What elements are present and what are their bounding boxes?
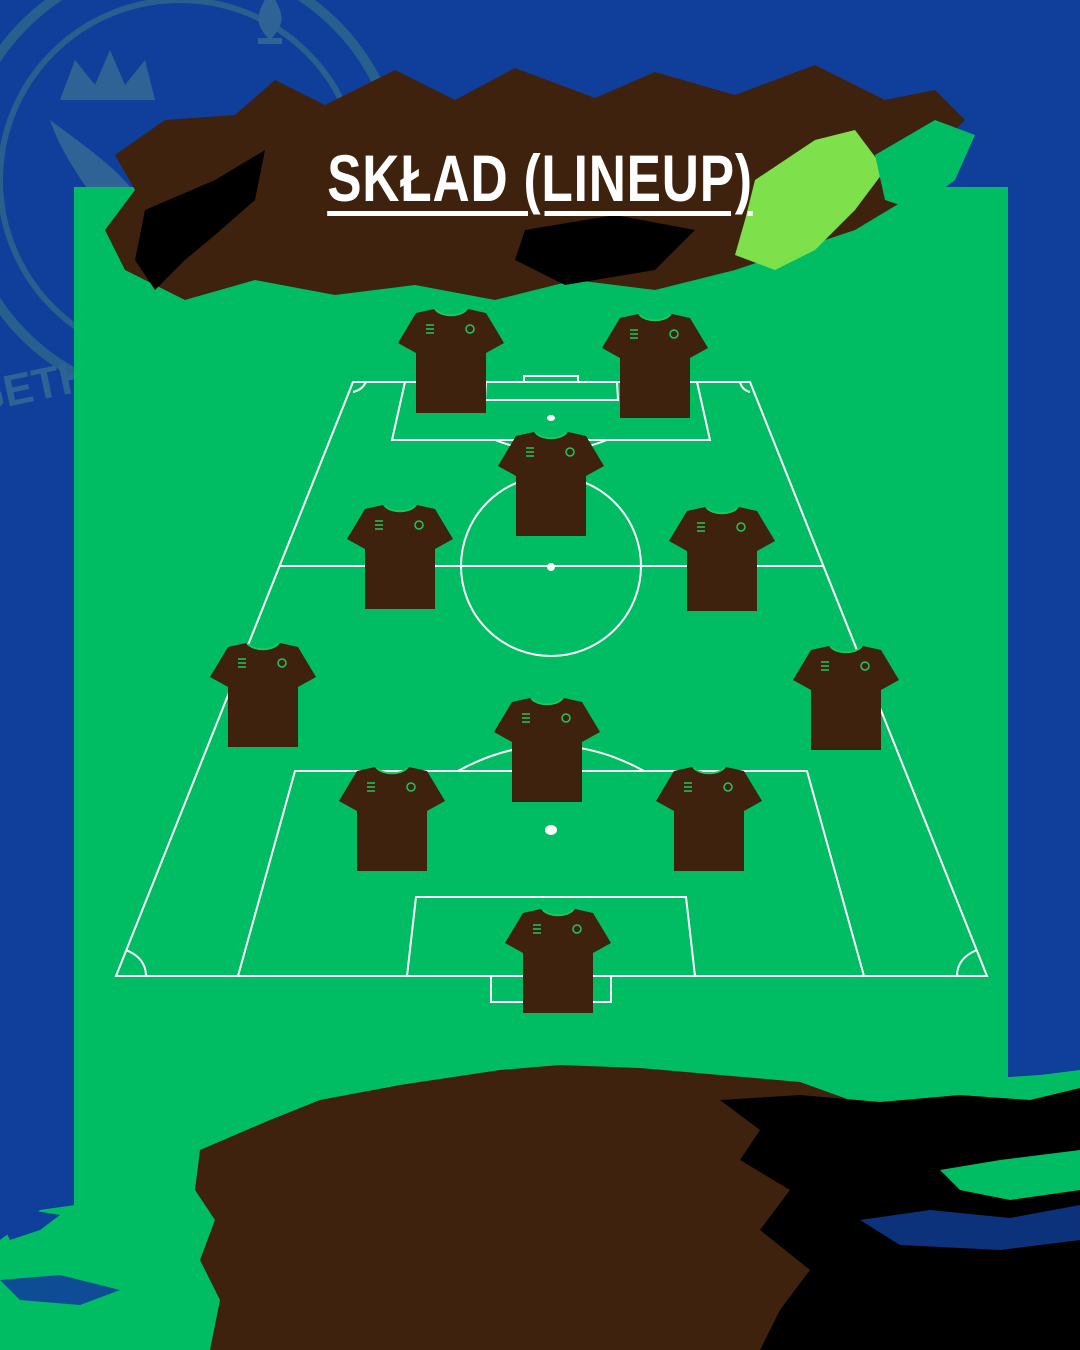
jersey-icon <box>339 767 445 871</box>
jersey-wide-left <box>208 639 318 751</box>
jersey-icon <box>210 643 316 747</box>
corner-arc-top-left <box>352 381 367 393</box>
top-penalty-spot <box>547 415 555 421</box>
corner-arc-bottom-right <box>956 949 978 977</box>
jersey-goalkeeper <box>503 905 613 1017</box>
corner-arc-bottom-left <box>125 949 147 977</box>
jersey-wide-right <box>791 642 901 754</box>
bottom-brush-stroke <box>0 1060 1080 1350</box>
jersey-icon <box>494 698 600 802</box>
corner-arc-top-right <box>739 381 751 393</box>
jersey-icon <box>498 432 604 536</box>
jersey-striker-left <box>396 305 506 417</box>
jersey-icon <box>793 646 899 750</box>
jersey-icon <box>602 314 708 418</box>
jersey-icon <box>347 505 453 609</box>
center-spot <box>547 563 555 571</box>
jersey-center-back-left <box>337 763 447 875</box>
jersey-icon <box>656 767 762 871</box>
lineup-graphic: TOGETHER WE ARE... NC SKŁAD (LINEUP) <box>0 0 1080 1350</box>
jersey-attacking-mid <box>496 428 606 540</box>
jersey-icon <box>505 909 611 1013</box>
jersey-defensive-mid <box>492 694 602 806</box>
jersey-icon <box>398 309 504 413</box>
jersey-center-mid-right <box>667 503 777 615</box>
jersey-icon <box>669 507 775 611</box>
bottom-penalty-spot <box>545 825 557 835</box>
jersey-striker-right <box>600 310 710 422</box>
jersey-center-back-right <box>654 763 764 875</box>
jersey-center-mid-left <box>345 501 455 613</box>
